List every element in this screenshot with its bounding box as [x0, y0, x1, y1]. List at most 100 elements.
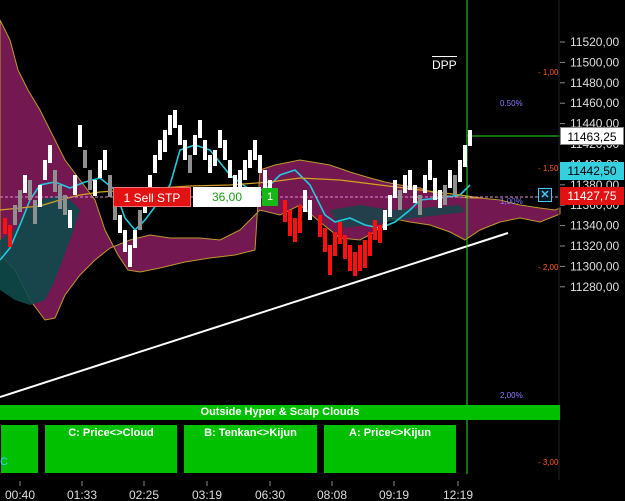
price-tick-label: 11340,00: [570, 219, 619, 233]
signal-button-c[interactable]: C: Price<>Cloud: [44, 424, 178, 474]
sell-stop-order[interactable]: 1 Sell STP: [113, 187, 191, 207]
price-bar: [458, 160, 462, 182]
dpp-label: DPP: [432, 56, 457, 72]
price-tick-label: 11480,00: [570, 76, 619, 90]
order-quantity[interactable]: 36,00: [193, 187, 261, 207]
level-label-300: - 3,00: [538, 458, 559, 467]
price-bar: [318, 215, 322, 237]
price-bar: [208, 155, 212, 173]
price-bar: [43, 160, 47, 180]
price-bar: [333, 232, 337, 256]
price-bar: [383, 210, 387, 230]
price-bar: [468, 130, 472, 146]
price-bar: [128, 245, 132, 267]
signal-button-a-label: A: Price<>Kijun: [349, 427, 431, 439]
price-bar: [63, 195, 67, 215]
price-bar: [68, 210, 72, 228]
pct-label-200: 2,00%: [500, 391, 523, 400]
price-bar: [173, 110, 177, 128]
price-bar: [13, 205, 17, 225]
price-bar: [38, 185, 42, 207]
price-tick-label: 11460,00: [570, 96, 619, 110]
signal-button-b-label: B: Tenkan<>Kijun: [204, 427, 297, 439]
price-bar: [23, 175, 27, 193]
price-bar: [453, 175, 457, 195]
price-bar: [428, 160, 432, 180]
price-bar: [253, 140, 257, 160]
order-count[interactable]: 1: [262, 188, 278, 206]
price-bar: [18, 190, 22, 212]
price-bar: [138, 210, 142, 230]
level-label-150: - 1,50: [538, 164, 559, 173]
pct-label-050: 0.50%: [500, 99, 523, 108]
price-bar: [338, 222, 342, 244]
price-bar: [443, 185, 447, 205]
price-bar: [8, 225, 12, 247]
price-bar: [263, 170, 267, 188]
price-bar: [288, 210, 292, 236]
price-bar: [378, 225, 382, 243]
price-bar: [28, 180, 32, 200]
price-bar: [88, 170, 92, 190]
price-bar: [203, 140, 207, 160]
price-bar: [133, 230, 137, 248]
price-bar: [243, 160, 247, 180]
corner-marker: C: [0, 456, 8, 468]
price-bar: [168, 115, 172, 135]
time-tick-label: 01:33: [67, 488, 97, 501]
price-tick-label: 11500,00: [570, 55, 619, 69]
price-bar: [108, 175, 112, 197]
price-bar: [213, 150, 217, 166]
time-tick-label: 00:40: [5, 488, 35, 501]
price-bar: [153, 155, 157, 173]
price-bar: [448, 170, 452, 188]
time-tick-label: 02:25: [129, 488, 159, 501]
level-label-100: - 1,00: [538, 68, 559, 77]
price-bar: [358, 245, 362, 271]
price-bar: [418, 195, 422, 215]
price-bar: [93, 180, 97, 196]
price-bar: [198, 120, 202, 138]
bid-price-tag: 11427,75: [560, 187, 624, 205]
signal-button-a[interactable]: A: Price<>Kijun: [323, 424, 457, 474]
price-bar: [463, 145, 467, 167]
time-tick-label: 08:08: [317, 488, 347, 501]
close-order-icon[interactable]: ✕: [538, 188, 552, 202]
price-bar: [298, 205, 302, 233]
price-bar: [408, 170, 412, 190]
price-bar: [158, 140, 162, 160]
ichimoku-cloud: [0, 19, 561, 321]
price-bar: [238, 170, 242, 188]
price-bar: [388, 195, 392, 217]
price-bar: [33, 200, 37, 224]
time-axis: 00:40 01:33 02:25 03:19 06:30 08:08 09:19 12:19: [5, 481, 473, 501]
signal-button-b[interactable]: B: Tenkan<>Kijun: [183, 424, 318, 474]
price-bar: [433, 178, 437, 200]
price-tick-label: 11320,00: [570, 239, 619, 253]
price-bar: [438, 190, 442, 208]
price-bar: [223, 140, 227, 160]
price-bar: [118, 215, 122, 233]
price-bar: [73, 175, 77, 195]
price-bar: [353, 252, 357, 276]
price-bar: [293, 218, 297, 242]
price-bar: [283, 200, 287, 222]
signal-button-c-label: C: Price<>Cloud: [68, 427, 154, 439]
price-bar: [323, 228, 327, 252]
price-bar: [193, 135, 197, 155]
price-bar: [258, 155, 262, 173]
last-price-tag: 11463,25: [560, 127, 624, 145]
price-bar: [328, 245, 332, 275]
price-bar: [218, 130, 222, 148]
price-tick-label: 11280,00: [570, 280, 619, 294]
price-bar: [348, 245, 352, 271]
price-bar: [368, 232, 372, 256]
price-bar: [183, 140, 187, 160]
price-bar: [78, 125, 82, 147]
price-bar: [188, 155, 192, 173]
price-bar: [48, 145, 52, 163]
price-tick-label: 11300,00: [570, 259, 619, 273]
price-bar: [403, 175, 407, 193]
price-bar: [248, 150, 252, 168]
price-bar: [373, 220, 377, 240]
